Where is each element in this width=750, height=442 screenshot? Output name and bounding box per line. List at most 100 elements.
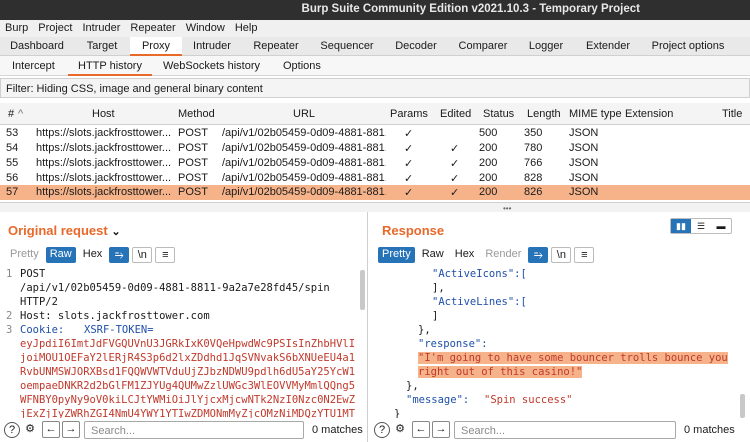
response-editor[interactable]: "ActiveIcons":[ ], "ActiveLines":[ ] }, … xyxy=(370,268,742,418)
col-extension[interactable]: Extension xyxy=(625,108,673,120)
subtab-intercept[interactable]: Intercept xyxy=(12,56,55,76)
col-mime-type[interactable]: MIME type xyxy=(569,108,622,120)
raw-button[interactable]: Raw xyxy=(418,247,448,263)
table-row[interactable]: 54 https://slots.jackfrosttower... POST … xyxy=(0,141,750,156)
gear-icon[interactable]: ⚙ xyxy=(22,422,38,438)
response-line: "ActiveLines":[ xyxy=(432,296,527,308)
newline-icon[interactable]: \n xyxy=(132,247,153,263)
tab-logger[interactable]: Logger xyxy=(518,37,574,56)
wrap-lines-icon[interactable]: ⥱ xyxy=(528,247,549,263)
pretty-button[interactable]: Pretty xyxy=(6,247,43,263)
response-line: ], xyxy=(432,282,445,294)
request-line: /api/v1/02b05459-0d09-4881-8811-9a2a7e28… xyxy=(20,282,330,294)
previous-match-icon[interactable]: ← xyxy=(42,421,60,438)
col-length[interactable]: Length xyxy=(527,108,561,120)
subtab-http-history[interactable]: HTTP history xyxy=(68,56,152,76)
tab-decoder[interactable]: Decoder xyxy=(384,37,448,56)
request-scrollbar[interactable] xyxy=(360,270,365,310)
response-line: }, xyxy=(406,380,419,392)
request-line: POST xyxy=(20,268,46,280)
table-row-selected[interactable]: 57 https://slots.jackfrosttower... POST … xyxy=(0,185,750,200)
stacked-layout-icon[interactable]: ☰ xyxy=(691,219,711,233)
table-row[interactable]: 56 https://slots.jackfrosttower... POST … xyxy=(0,171,750,186)
next-match-icon[interactable]: → xyxy=(432,421,450,438)
cell-status: 200 xyxy=(479,186,498,198)
tab-extender[interactable]: Extender xyxy=(574,37,642,56)
menu-project[interactable]: Project xyxy=(33,20,77,37)
single-layout-icon[interactable]: ▬ xyxy=(711,219,731,233)
cell-params: ✓ xyxy=(404,143,414,155)
tab-project-options[interactable]: Project options xyxy=(642,37,734,56)
menu-icon[interactable]: ≡ xyxy=(574,247,595,263)
tab-proxy[interactable]: Proxy xyxy=(130,37,182,56)
cell-url: /api/v1/02b05459-0d09-4881-881... xyxy=(222,186,386,198)
hex-button[interactable]: Hex xyxy=(451,247,479,263)
cell-mime: JSON xyxy=(569,186,599,198)
cell-mime: JSON xyxy=(569,172,599,184)
help-icon[interactable]: ? xyxy=(4,422,20,438)
request-search-input[interactable]: Search... xyxy=(84,421,304,439)
cell-url: /api/v1/02b05459-0d09-4881-881... xyxy=(222,142,386,154)
tab-intruder[interactable]: Intruder xyxy=(182,37,242,56)
col-number[interactable]: # xyxy=(8,108,14,120)
col-status[interactable]: Status xyxy=(483,108,514,120)
cell-host: https://slots.jackfrosttower... xyxy=(36,157,172,169)
subtab-websockets-history[interactable]: WebSockets history xyxy=(163,56,260,76)
response-search-input[interactable]: Search... xyxy=(454,421,676,439)
cell-method: POST xyxy=(178,127,208,139)
col-params[interactable]: Params xyxy=(390,108,428,120)
table-row[interactable]: 53 https://slots.jackfrosttower... POST … xyxy=(0,126,750,141)
request-editor[interactable]: 1 POST /api/v1/02b05459-0d09-4881-8811-9… xyxy=(0,268,362,418)
cell-url: /api/v1/02b05459-0d09-4881-881... xyxy=(222,157,386,169)
col-url[interactable]: URL xyxy=(293,108,315,120)
response-key: "response": xyxy=(418,338,488,350)
cell-status: 200 xyxy=(479,157,498,169)
menu-repeater[interactable]: Repeater xyxy=(125,20,180,37)
tab-comparer[interactable]: Comparer xyxy=(448,37,518,56)
gear-icon[interactable]: ⚙ xyxy=(392,422,408,438)
response-scrollbar[interactable] xyxy=(740,394,745,418)
tab-dashboard[interactable]: Dashboard xyxy=(0,37,74,56)
col-host[interactable]: Host xyxy=(92,108,115,120)
col-method[interactable]: Method xyxy=(178,108,215,120)
cell-length: 766 xyxy=(524,157,543,169)
wrap-lines-icon[interactable]: ⥱ xyxy=(109,247,130,263)
sort-ascending-icon: ^ xyxy=(18,108,24,120)
col-title[interactable]: Title xyxy=(722,108,742,120)
cell-status: 200 xyxy=(479,172,498,184)
menu-intruder[interactable]: Intruder xyxy=(78,20,126,37)
menu-bar: Burp Project Intruder Repeater Window He… xyxy=(0,20,750,37)
line-number: 3 xyxy=(6,324,13,336)
cell-status: 200 xyxy=(479,142,498,154)
request-title-text: Original request xyxy=(8,223,108,238)
menu-icon[interactable]: ≡ xyxy=(155,247,176,263)
pretty-button[interactable]: Pretty xyxy=(378,247,415,263)
line-number: 1 xyxy=(6,268,13,280)
request-match-count: 0 matches xyxy=(312,424,363,436)
proxy-sub-tabs: Intercept HTTP history WebSockets histor… xyxy=(0,56,750,76)
newline-icon[interactable]: \n xyxy=(551,247,572,263)
menu-window[interactable]: Window xyxy=(181,20,230,37)
cell-edited: ✓ xyxy=(450,158,460,170)
previous-match-icon[interactable]: ← xyxy=(412,421,430,438)
col-edited[interactable]: Edited xyxy=(440,108,471,120)
side-by-side-layout-icon[interactable]: ▮▮ xyxy=(671,219,691,233)
filter-bar[interactable]: Filter: Hiding CSS, image and general bi… xyxy=(0,78,750,98)
hex-button[interactable]: Hex xyxy=(79,247,107,263)
help-icon[interactable]: ? xyxy=(374,422,390,438)
tab-target[interactable]: Target xyxy=(74,37,130,56)
menu-burp[interactable]: Burp xyxy=(0,20,33,37)
tab-sequencer[interactable]: Sequencer xyxy=(310,37,384,56)
cell-length: 828 xyxy=(524,172,543,184)
panel-splitter[interactable]: ••• xyxy=(0,202,750,213)
tab-repeater[interactable]: Repeater xyxy=(242,37,310,56)
next-match-icon[interactable]: → xyxy=(62,421,80,438)
search-placeholder: Search... xyxy=(91,425,136,437)
cookie-value-line: WFNBY0pyNy9oV0kiLCJtYWMiOiJlYjcxMjcwNTk2… xyxy=(20,394,356,406)
table-row[interactable]: 55 https://slots.jackfrosttower... POST … xyxy=(0,156,750,171)
raw-button[interactable]: Raw xyxy=(45,247,76,263)
subtab-options[interactable]: Options xyxy=(283,56,321,76)
panel-title-request[interactable]: Original request ⌄ xyxy=(8,223,121,238)
menu-help[interactable]: Help xyxy=(230,20,263,37)
render-button[interactable]: Render xyxy=(481,247,525,263)
